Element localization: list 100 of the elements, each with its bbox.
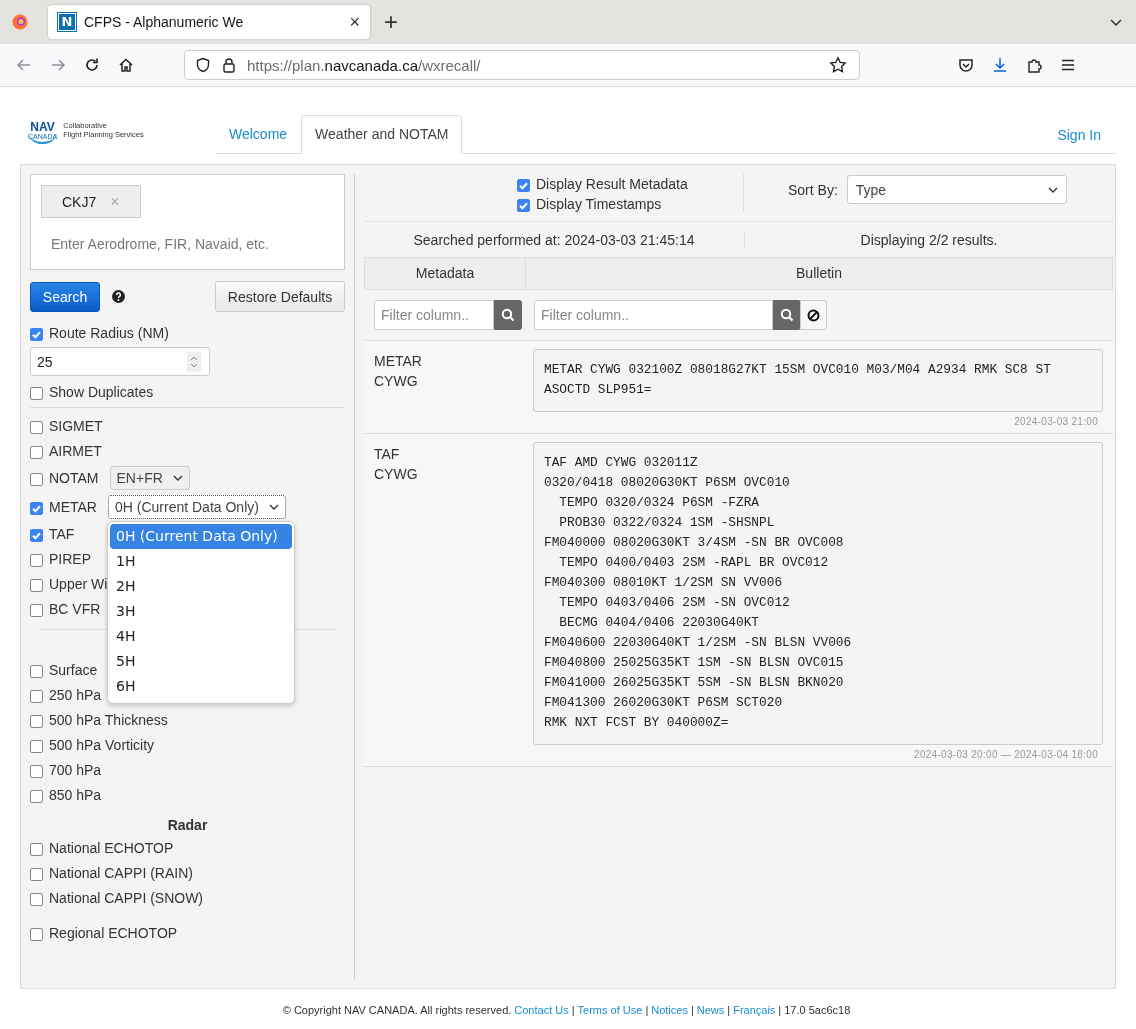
sign-in-link[interactable]: Sign In bbox=[1057, 127, 1101, 143]
checkbox-label: Show Duplicates bbox=[49, 383, 154, 400]
column-header: Bulletin bbox=[795, 264, 843, 283]
dropdown[interactable]: EN+FR bbox=[109, 465, 190, 490]
restore-defaults-button[interactable]: Restore Defaults bbox=[215, 281, 345, 312]
checkbox-label: 250 hPa bbox=[49, 686, 102, 703]
close-button[interactable]: × bbox=[349, 11, 360, 33]
checkbox[interactable] bbox=[30, 501, 43, 515]
checkbox[interactable] bbox=[30, 578, 43, 592]
checkbox-label: Route Radius (NM) bbox=[49, 324, 169, 341]
dropdown-option[interactable]: 0H (Current Data Only) bbox=[109, 523, 292, 549]
nav-tab[interactable]: Welcome bbox=[215, 115, 302, 153]
new-tab-button[interactable]: + bbox=[384, 10, 398, 34]
browser-logo-icon[interactable] bbox=[12, 14, 28, 30]
checkbox-label: Display Timestamps bbox=[536, 196, 662, 212]
forward-icon[interactable] bbox=[50, 57, 66, 73]
checkbox[interactable] bbox=[517, 199, 530, 212]
result-type: TAF bbox=[374, 445, 401, 464]
checkbox[interactable] bbox=[30, 528, 43, 542]
separator-text: | bbox=[727, 1004, 731, 1016]
reload-icon[interactable] bbox=[84, 57, 100, 73]
nav-tab[interactable]: Weather and NOTAM bbox=[301, 115, 463, 154]
checkbox[interactable] bbox=[517, 179, 530, 192]
dropdown-option[interactable]: 1H bbox=[109, 548, 292, 574]
clear-filter-button[interactable] bbox=[800, 300, 827, 330]
browser-tab[interactable]: N CFPS - Alphanumeric We × bbox=[48, 5, 370, 39]
checkbox[interactable] bbox=[30, 927, 43, 941]
download-icon[interactable] bbox=[992, 57, 1008, 73]
dropdown-option[interactable]: 6H bbox=[109, 673, 292, 699]
tab-title: CFPS - Alphanumeric We bbox=[84, 14, 245, 30]
favicon-icon: N bbox=[58, 13, 76, 31]
address-bar[interactable]: https://plan.navcanada.ca/wxrecall/ bbox=[184, 50, 860, 80]
bulletin-text: TAF AMD CYWG 032011Z 0320/0418 08020G30KT P6SM OVC010 TEMPO 0320/0324 P6SM -FZRA PROB30 0322/0324 1SM -SHSNPL FM040000 08020G30KT 3/4SM -SN BR OVC008 TEMPO 0400/0403 2SM -RAPL BR OVC012 FM040300 08010KT 1/2SM SN VV006 TEMPO 0403/0406 2SM -SN OVC012 BECMG 0404/0406 22030G40KT FM040600 22030G40KT 1/2SM -SN BLSN VV006 FM040800 25025G35KT 1SM -SN BLSN OVC015 FM041000 26025G35KT 5SM -SN BLSN BKN020 FM041300 26020G30KT P6SM SCT020 RMK NXT FCST BY 040000Z= bbox=[533, 442, 1103, 745]
dropdown-option[interactable]: 4H bbox=[109, 623, 292, 649]
checkbox[interactable] bbox=[30, 472, 43, 486]
search-button[interactable] bbox=[494, 300, 522, 330]
checkbox[interactable] bbox=[30, 689, 43, 703]
radius-input-field[interactable]: 25 bbox=[30, 347, 210, 376]
checkbox-label: Regional ECHOTOP bbox=[49, 924, 178, 941]
checkbox[interactable] bbox=[30, 420, 43, 434]
menu-icon[interactable] bbox=[1060, 57, 1076, 73]
copyright-text: © Copyright NAV CANADA. All rights reserved. bbox=[282, 1004, 512, 1016]
footer-link[interactable]: News bbox=[696, 1004, 725, 1016]
search-icon bbox=[501, 308, 515, 322]
checkbox-label: Display Result Metadata bbox=[536, 176, 688, 192]
search-button[interactable]: Search bbox=[30, 281, 100, 312]
search-icon bbox=[780, 308, 794, 322]
filter-input-field[interactable]: Filter column.. bbox=[374, 300, 494, 330]
version-text: 17.0 5ac6c18 bbox=[784, 1004, 851, 1016]
station-code: CYWG bbox=[374, 465, 419, 484]
checkbox[interactable] bbox=[30, 892, 43, 906]
checkbox[interactable] bbox=[30, 867, 43, 881]
checkbox[interactable] bbox=[30, 789, 43, 803]
search-time-text: Searched performed at: 2024-03-03 21:45:14 bbox=[364, 231, 745, 248]
checkbox[interactable] bbox=[30, 603, 43, 617]
dropdown[interactable]: 0H (Current Data Only) bbox=[107, 494, 286, 519]
checkbox[interactable] bbox=[30, 327, 43, 341]
pocket-icon[interactable] bbox=[958, 57, 974, 73]
separator-text: | bbox=[571, 1004, 575, 1016]
checkbox[interactable] bbox=[30, 553, 43, 567]
filter-input-field[interactable]: Filter column.. bbox=[534, 300, 773, 330]
dropdown-option[interactable]: 5H bbox=[109, 648, 292, 674]
search-button[interactable] bbox=[773, 300, 801, 330]
checkbox[interactable] bbox=[30, 714, 43, 728]
separator-text: | bbox=[690, 1004, 694, 1016]
footer-link[interactable]: Terms of Use bbox=[577, 1004, 643, 1016]
url-text: https://plan.navcanada.ca/wxrecall/ bbox=[247, 56, 481, 74]
checkbox-label: SIGMET bbox=[49, 417, 103, 434]
sort-dropdown[interactable]: Type bbox=[846, 175, 1067, 204]
dropdown-option[interactable]: 2H bbox=[109, 573, 292, 599]
footer-link[interactable]: Contact Us bbox=[514, 1004, 569, 1016]
location-input-field[interactable]: CKJ7 × Enter Aerodrome, FIR, Navaid, etc. bbox=[30, 174, 345, 270]
dropdown-option[interactable]: 3H bbox=[109, 598, 292, 624]
home-icon[interactable] bbox=[118, 57, 134, 73]
checkbox[interactable] bbox=[30, 664, 43, 678]
bulletin-text: METAR CYWG 032100Z 08018G27KT 15SM OVC010 M03/M04 A2934 RMK SC8 ST ASOCTD SLP951= bbox=[533, 349, 1103, 412]
checkbox[interactable] bbox=[30, 445, 43, 459]
section-heading: Radar bbox=[166, 817, 209, 833]
lock-icon[interactable] bbox=[221, 57, 237, 73]
back-icon[interactable] bbox=[16, 57, 32, 73]
checkbox[interactable] bbox=[30, 386, 43, 400]
footer-link[interactable]: Notices bbox=[651, 1004, 688, 1016]
help-icon[interactable] bbox=[112, 290, 125, 303]
checkbox-label: National CAPPI (RAIN) bbox=[49, 864, 193, 881]
spinner-icon[interactable] bbox=[187, 351, 201, 372]
result-type: METAR bbox=[374, 352, 423, 371]
checkbox[interactable] bbox=[30, 739, 43, 753]
checkbox-label: Upper Wi bbox=[49, 575, 108, 592]
checkbox-label: AIRMET bbox=[49, 442, 102, 459]
star-icon[interactable] bbox=[829, 56, 847, 74]
checkbox[interactable] bbox=[30, 764, 43, 778]
checkbox-label: National ECHOTOP bbox=[49, 839, 174, 856]
puzzle-icon[interactable] bbox=[1026, 57, 1042, 73]
checkbox-label: NOTAM bbox=[49, 469, 99, 486]
footer-link[interactable]: Français bbox=[733, 1004, 776, 1016]
result-count-text: Displaying 2/2 results. bbox=[859, 231, 999, 248]
location-chip[interactable]: CKJ7 × bbox=[41, 185, 141, 218]
shield-icon[interactable] bbox=[195, 57, 211, 73]
checkbox[interactable] bbox=[30, 842, 43, 856]
checkbox-label: 700 hPa bbox=[49, 761, 102, 778]
